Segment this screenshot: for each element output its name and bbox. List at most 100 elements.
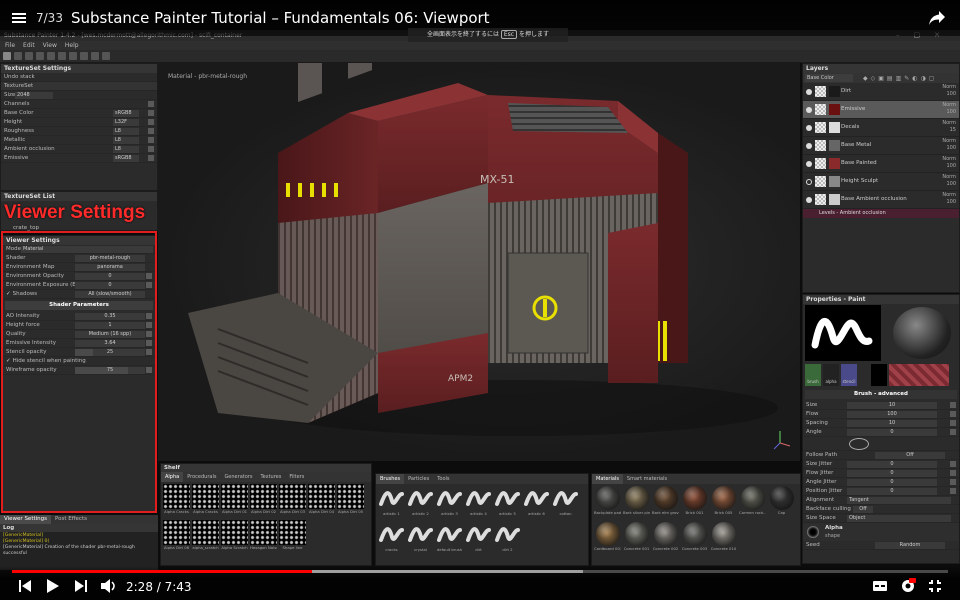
base-color-swatch[interactable] [871,364,887,386]
shelf-tab[interactable]: Smart materials [623,474,671,484]
clone-tool-icon[interactable] [47,52,55,60]
brush-item[interactable]: artistic 3 [436,486,463,520]
add-channel-icon[interactable] [148,101,154,107]
visibility-eye-icon[interactable] [806,197,812,203]
channel-format-select[interactable]: L8 [113,146,139,153]
shelf-tab[interactable]: Filters [285,472,308,482]
alpha-item[interactable]: Alpha Scratch [221,520,248,554]
brush-item[interactable]: artistic 6 [523,486,550,520]
layer-blend[interactable]: Norm 100 [942,84,956,98]
material-item[interactable]: Bark silver pine [623,486,650,520]
layer-row[interactable]: Base Metal Norm 100 [803,137,959,155]
edit-value-icon[interactable] [950,479,956,485]
brush-item[interactable]: artistic 2 [407,486,434,520]
material-item[interactable]: Bark elm grove [652,486,679,520]
alpha-item[interactable]: Alpha Dirt 04 [308,484,335,518]
material-item[interactable]: Concrete 003 [681,522,708,556]
brush-item[interactable]: cracks [378,522,405,556]
material-item[interactable]: Cap [768,486,795,520]
brush-property-slider[interactable]: 100 [847,411,937,418]
seed-button[interactable]: Random [875,542,945,549]
channel-format-select[interactable]: L8 [113,128,139,135]
visibility-eye-icon[interactable] [806,179,812,185]
layer-row[interactable]: Emissive Norm 100 [803,101,959,119]
material-item[interactable]: Concrete 002 [652,522,679,556]
3d-viewport[interactable]: Material - pbr-metal-rough MX-51 APM2 [158,63,800,461]
edit-value-icon[interactable] [950,429,956,435]
undo-stack[interactable]: Undo stack [1,73,157,82]
visibility-eye-icon[interactable] [806,125,812,131]
brush-property-slider[interactable]: 0 [847,429,937,436]
alignment-select[interactable]: Tangent [847,497,951,504]
alpha-item[interactable]: Alpha Dirt 03 [279,484,306,518]
play-icon[interactable] [46,578,60,594]
shelf-tab[interactable]: Textures [256,472,285,482]
smudge-tool-icon[interactable] [36,52,44,60]
tab-viewer-settings[interactable]: Viewer Settings [0,515,52,524]
material-item[interactable]: Concrete 010 [710,522,737,556]
jitter-slider[interactable]: 0 [847,488,937,495]
edit-value-icon[interactable] [950,470,956,476]
slot-stencil[interactable]: stencil [841,364,857,386]
layer-tool-icons[interactable]: ◆◇▣▤▥✎◐◑▢ [863,75,937,82]
remove-channel-icon[interactable] [148,128,154,134]
material-item[interactable]: Brick 001 [681,486,708,520]
eraser-tool-icon[interactable] [14,52,22,60]
visibility-eye-icon[interactable] [806,161,812,167]
layer-row[interactable]: Height Sculpt Norm 100 [803,173,959,191]
alpha-row[interactable]: Alpha shape [803,523,959,541]
alpha-item[interactable]: Shape line [279,520,306,554]
material-item[interactable]: Concrete 001 [623,522,650,556]
alpha-item[interactable]: Alpha Dirt 02 [250,484,277,518]
layer-blend[interactable]: Norm 100 [942,174,956,188]
follow-path-toggle[interactable]: Off [875,452,945,459]
shelf-tab[interactable]: Generators [220,472,256,482]
remove-channel-icon[interactable] [148,155,154,161]
shelf-tab[interactable]: Brushes [376,474,405,484]
size-space-select[interactable]: Object [847,515,951,522]
remove-channel-icon[interactable] [148,137,154,143]
material-item[interactable]: Carmen rock... [739,486,766,520]
shelf-tab[interactable]: Particles [404,474,433,484]
brush-advanced-header[interactable]: Brush - advanced [805,390,957,399]
paint-tool-icon[interactable] [3,52,11,60]
picker-tool-icon[interactable] [58,52,66,60]
exit-fullscreen-icon[interactable] [928,579,942,593]
brush-item[interactable]: artistic 1 [378,486,405,520]
channel-select[interactable]: Base Color [805,74,853,82]
channel-format-select[interactable]: L8 [113,137,139,144]
jitter-slider[interactable]: 0 [847,479,937,486]
edit-value-icon[interactable] [950,411,956,417]
layer-row[interactable]: Base Ambient occlusion Norm 100 [803,191,959,209]
brush-item[interactable]: dirt 2 [494,522,521,556]
layer-row[interactable]: Base Painted Norm 100 [803,155,959,173]
brush-item[interactable]: crystal [407,522,434,556]
size-select[interactable]: 2048 [15,92,53,99]
shelf-tab[interactable]: Materials [592,474,623,484]
layer-row[interactable]: Dirt Norm 100 [803,83,959,101]
symmetry-icon[interactable] [69,52,77,60]
remove-channel-icon[interactable] [148,110,154,116]
previous-icon[interactable] [18,579,32,593]
menu-file[interactable]: File [5,41,15,50]
brush-item[interactable]: artistic 5 [494,486,521,520]
channel-format-select[interactable]: sRGB8 [113,155,139,162]
shelf-tab[interactable]: Alpha [161,472,184,482]
video-title[interactable]: Substance Painter Tutorial – Fundamental… [71,9,490,27]
visibility-eye-icon[interactable] [806,89,812,95]
alpha-item[interactable]: Alpha Dirt 01 [221,484,248,518]
backface-toggle[interactable]: Off [853,506,873,513]
channel-format-select[interactable]: L32F [113,119,139,126]
brush-item[interactable]: default brush [436,522,463,556]
layer-blend[interactable]: Norm 100 [942,138,956,152]
tab-post-effects[interactable]: Post Effects [51,515,91,524]
visibility-eye-icon[interactable] [806,107,812,113]
alpha-item[interactable]: Alpha Dirt 05 [337,484,364,518]
edit-value-icon[interactable] [950,488,956,494]
share-icon[interactable] [928,10,946,26]
edit-value-icon[interactable] [950,402,956,408]
slot-alpha[interactable]: alpha [823,364,839,386]
layer-blend[interactable]: Norm 100 [942,156,956,170]
projection-tool-icon[interactable] [25,52,33,60]
menu-view[interactable]: View [43,41,57,50]
